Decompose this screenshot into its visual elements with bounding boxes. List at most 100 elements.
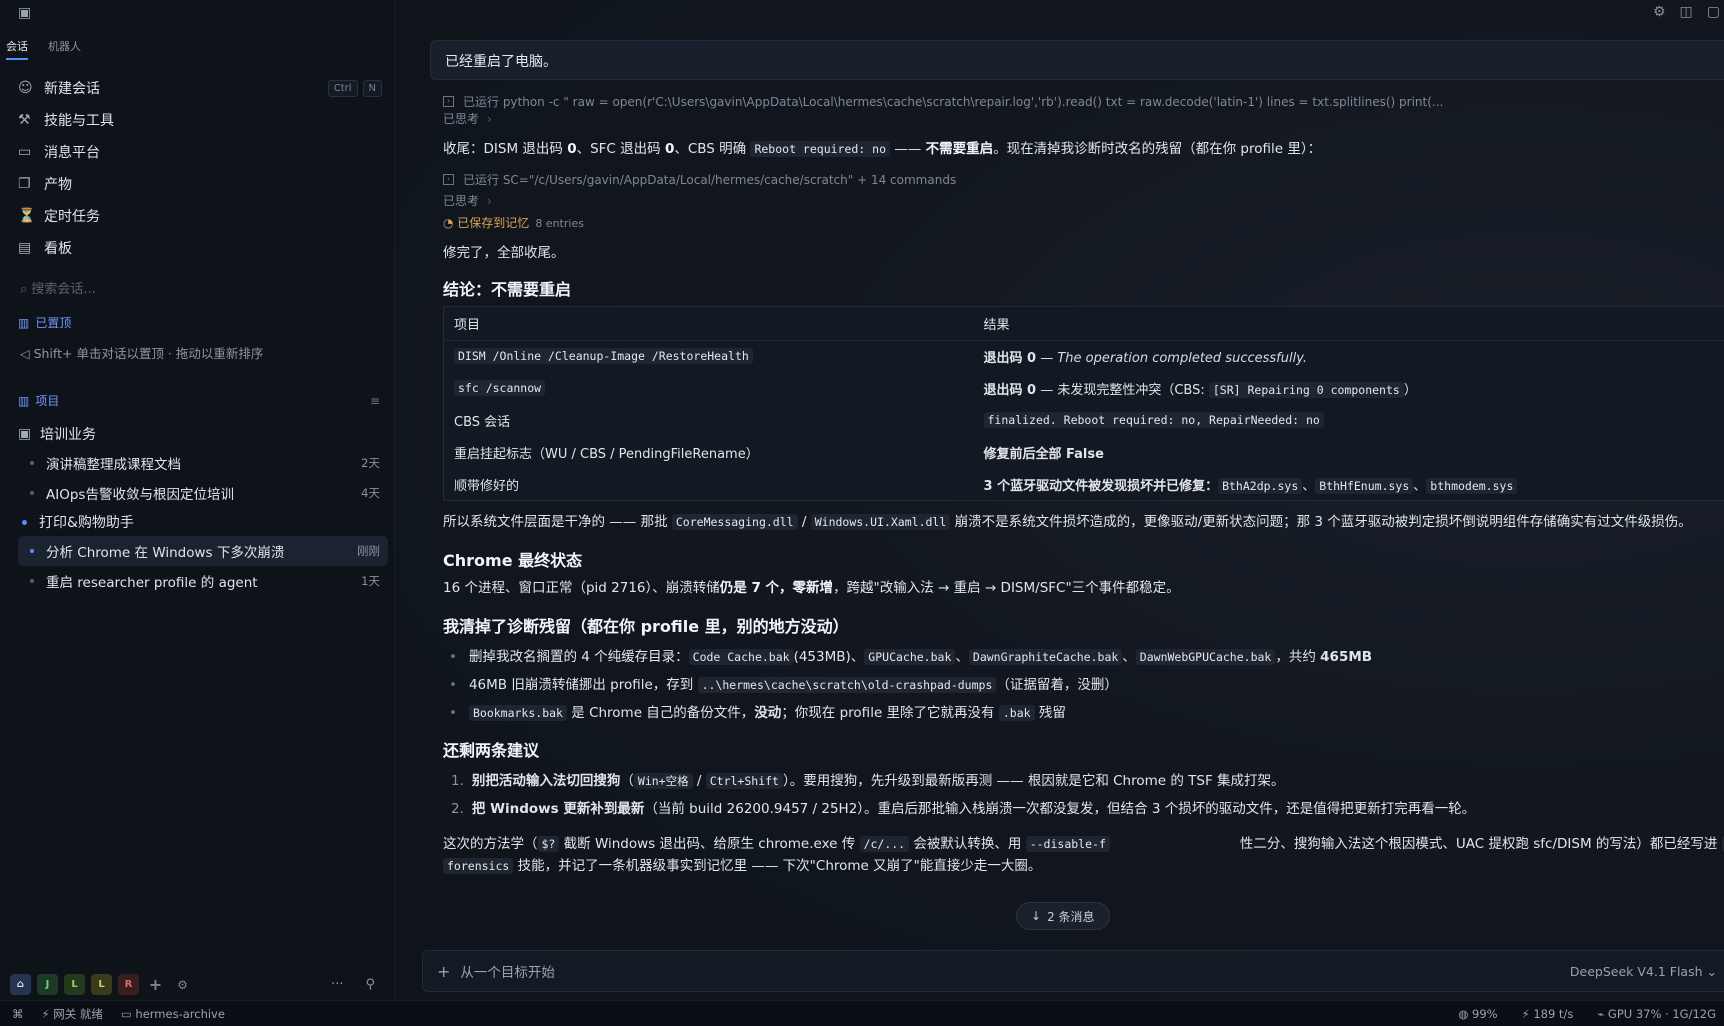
status-bar: ⌘ ⚡ 网关 就绪 ▭ hermes-archive ◍ 99% ⚡ 189 t… [0, 1000, 1724, 1026]
settings-gear-icon[interactable]: ⚙ [172, 974, 193, 995]
summary-paragraph: 收尾：DISM 退出码 0、SFC 退出码 0、CBS 明确 Reboot re… [443, 141, 1322, 157]
model-label: DeepSeek V4.1 Flash [1569, 963, 1703, 979]
project-name: 培训业务 [40, 427, 96, 443]
section-label: 项目 [35, 394, 60, 408]
add-workspace-icon[interactable]: + [145, 974, 166, 995]
sidebar-menu: ☺ 新建会话 Ctrl N ⚒ 技能与工具 ▭ 消息平台 ❐ 产物 ⏳ 定时任务… [18, 72, 388, 264]
workspace-j[interactable]: J [37, 974, 58, 995]
list-item: 删掉我改名搁置的 4 个纯缓存目录：Code Cache.bak(453MB)、… [449, 643, 1724, 671]
settings-icon[interactable]: ⚙ [1653, 4, 1666, 20]
home-icon[interactable]: ⌂ [10, 974, 31, 995]
filter-icon[interactable]: ≡ [370, 394, 380, 408]
section-marker-icon: ▥ [18, 315, 30, 330]
chevron-right-icon: › [487, 194, 492, 208]
thought-toggle[interactable]: 已思考 › [443, 110, 1724, 132]
battery-status: ◍ 99% [1458, 1006, 1498, 1021]
sidebar-item-label: 消息平台 [44, 145, 100, 161]
workspace-l2[interactable]: L [91, 974, 112, 995]
profile-indicator[interactable]: ▭ hermes-archive [121, 1007, 225, 1021]
session-title: 分析 Chrome 在 Windows 下多次崩溃 [46, 545, 285, 561]
token-speed: ⚡ 189 t/s [1521, 1006, 1574, 1021]
sidebar-item-skills[interactable]: ⚒ 技能与工具 [18, 104, 388, 136]
project-header[interactable]: 打印&购物助手 [18, 508, 388, 536]
pin-icon: ◁ [20, 346, 34, 361]
search-placeholder: 搜索会话... [31, 282, 96, 297]
assistant-message: › 已运行 python -c " raw = open(r'C:\Users\… [443, 92, 1724, 877]
session-search-input[interactable]: ⌕ 搜索会话... [20, 278, 96, 297]
document-icon: ❐ [18, 176, 31, 192]
session-title: 重启 researcher profile 的 agent [46, 575, 258, 591]
gateway-status[interactable]: ⚡ 网关 就绪 [42, 1006, 103, 1022]
thought-label: 已思考 [443, 112, 480, 126]
session-title: 演讲稿整理成课程文档 [46, 457, 181, 473]
results-table: 项目 结果 DISM /Online /Cleanup-Image /Resto… [443, 306, 1724, 501]
message-composer[interactable]: + 从一个目标开始 DeepSeek V4.1 Flash ⌄ [422, 950, 1724, 992]
method-paragraph: 这次的方法学（ $? 截断 Windows 退出码、给原生 chrome.exe … [443, 833, 1724, 855]
table-row: sfc /scannow 退出码 0 — 未发现完整性冲突（CBS: [SR] … [444, 373, 1724, 405]
timer-icon: ⏳ [18, 208, 36, 224]
session-dot [30, 579, 34, 583]
pin-icon[interactable]: ⚲ [365, 977, 375, 992]
shortcut-key: Ctrl [327, 79, 358, 97]
suggestion-list: 1. 别把活动输入法切回搜狗（ Win+空格 / Ctrl+Shift ）。要用搜狗，… [451, 767, 1724, 823]
user-message: 已经重启了电脑。 [430, 40, 1724, 80]
session-item[interactable]: 重启 researcher profile 的 agent 1天 [18, 566, 388, 596]
system-paragraph: 所以系统文件层面是干净的 —— 那批 CoreMessaging.dll / W… [443, 514, 1692, 530]
session-dot [30, 549, 34, 553]
tool-call-row[interactable]: › 已运行 SC="/c/Users/gavin/AppData/Local/h… [443, 170, 1724, 188]
session-dot [30, 491, 34, 495]
profile-label: hermes-archive [135, 1006, 225, 1021]
sidebar-item-new-session[interactable]: ☺ 新建会话 Ctrl N [18, 72, 388, 104]
session-age: 1天 [361, 574, 380, 588]
gateway-label: 网关 就绪 [53, 1006, 103, 1021]
tab-sessions[interactable]: 会话 [6, 38, 28, 60]
session-item[interactable]: 演讲稿整理成课程文档 2天 [18, 448, 388, 478]
session-item-active[interactable]: 分析 Chrome 在 Windows 下多次崩溃 刚刚 [18, 536, 388, 566]
shortcut-key: N [362, 79, 382, 97]
tool-call-row[interactable]: › 已运行 python -c " raw = open(r'C:\Users\… [443, 92, 1724, 110]
workspace-l1[interactable]: L [64, 974, 85, 995]
heading-cleanup: 我清掉了诊断残留（都在你 profile 里，别的地方没动） [443, 617, 849, 636]
session-title: AIOps告警收敛与根因定位培训 [46, 487, 234, 503]
pinned-section-header[interactable]: ▥ 已置顶 [18, 314, 380, 331]
tools-icon: ⚒ [18, 112, 31, 128]
more-icon[interactable]: ··· [331, 977, 343, 992]
workspace-r[interactable]: R [118, 974, 139, 995]
column-header: 项目 [443, 306, 974, 341]
tab-bots[interactable]: 机器人 [48, 38, 81, 60]
sidebar-item-kanban[interactable]: ▤ 看板 [18, 232, 388, 264]
list-item: Bookmarks.bak 是 Chrome 自己的备份文件，没动；你现在 pr… [449, 699, 1724, 727]
chat-main: ⚙ ◫ ▢ 已经重启了电脑。 › 已运行 python -c " raw = o… [396, 0, 1724, 1000]
project-name: 打印&购物助手 [39, 515, 134, 531]
connection-icon[interactable]: ⌘ [12, 1007, 24, 1021]
projects-section-header[interactable]: ▥ 项目 ≡ [18, 392, 380, 409]
layout-icon[interactable]: ◫ [1680, 4, 1693, 20]
add-attachment-icon[interactable]: + [437, 962, 450, 981]
memory-saved-row[interactable]: ◔ 已保存到记忆 8 entries [443, 214, 1724, 234]
folder-icon: ▭ [120, 1006, 136, 1021]
session-item[interactable]: AIOps告警收敛与根因定位培训 4天 [18, 478, 388, 508]
cleanup-list: 删掉我改名搁置的 4 个纯缓存目录：Code Cache.bak(453MB)、… [449, 643, 1724, 727]
sidebar-item-messaging[interactable]: ▭ 消息平台 [18, 136, 388, 168]
sidebar-toggle-icon[interactable]: ▣ [18, 5, 31, 21]
message-icon: ▭ [18, 144, 32, 160]
sidebar-item-label: 新建会话 [44, 81, 100, 97]
project-header[interactable]: ▣ 培训业务 [18, 420, 388, 448]
composer-placeholder: 从一个目标开始 [460, 965, 555, 981]
project-group: 打印&购物助手 分析 Chrome 在 Windows 下多次崩溃 刚刚 重启 … [18, 508, 388, 596]
new-messages-button[interactable]: ↓ 2 条消息 [1016, 902, 1110, 930]
model-selector[interactable]: DeepSeek V4.1 Flash ⌄ [1570, 964, 1717, 979]
sidebar-item-scheduled[interactable]: ⏳ 定时任务 [18, 200, 388, 232]
hint-text: Shift+ 单击对话以置顶 · 拖动以重新排序 [33, 346, 264, 361]
workspace-bar: ⌂ J L L R + ⚙ ··· ⚲ [10, 974, 385, 995]
chat-panel-icon[interactable]: ▢ [1707, 4, 1720, 20]
list-item: 46MB 旧崩溃转储挪出 profile，存到 ..\hermes\cache\… [449, 671, 1724, 699]
sidebar-tabs: 会话 机器人 [6, 38, 81, 60]
session-age: 刚刚 [357, 544, 380, 558]
table-row: 顺带修好的 3 个蓝牙驱动文件被发现损坏并已修复： BthA2dp.sys、 Bth… [444, 469, 1724, 501]
thought-toggle[interactable]: 已思考 › [443, 192, 1724, 214]
session-dot [30, 461, 34, 465]
sidebar-item-label: 定时任务 [44, 209, 100, 225]
sidebar-item-artifacts[interactable]: ❐ 产物 [18, 168, 388, 200]
table-row: DISM /Online /Cleanup-Image /RestoreHeal… [444, 341, 1724, 373]
